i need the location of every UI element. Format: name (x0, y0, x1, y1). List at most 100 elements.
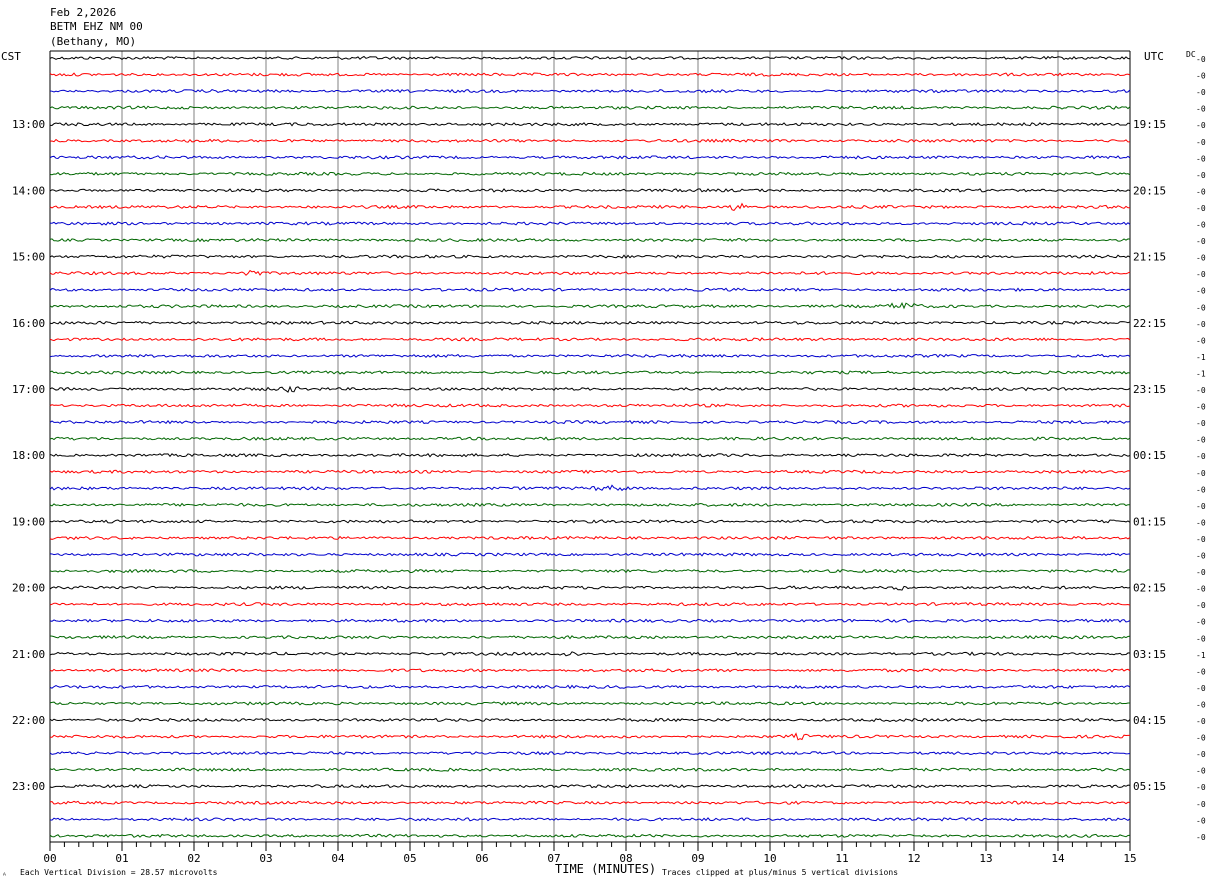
dc-offset-value: -0 (1196, 72, 1206, 81)
trace-line (49, 105, 1131, 110)
cst-hour-label: 22:00 (12, 714, 45, 727)
trace-line (49, 750, 1131, 756)
cst-hour-label: 13:00 (12, 118, 45, 131)
trace-line (49, 783, 1131, 789)
trace-line (49, 635, 1131, 640)
trace-line (49, 484, 1131, 492)
utc-hour-labels: 19:15 20:15 21:15 22:15 23:15 00:15 01:15 02:15… (1133, 118, 1166, 793)
cst-hour-label: 17:00 (12, 383, 45, 396)
trace-line (49, 122, 1131, 127)
trace-line (49, 370, 1131, 375)
dc-offset-value: -0 (1196, 502, 1206, 511)
trace-line (49, 519, 1131, 524)
left-timezone-label: CST (1, 50, 21, 63)
trace-line (49, 419, 1131, 425)
trace-line (49, 668, 1131, 673)
x-tick-label: 06 (475, 852, 488, 865)
dc-offset-value: -0 (1196, 717, 1206, 726)
dc-offset-value: -0 (1196, 221, 1206, 230)
dc-offset-value: -0 (1196, 419, 1206, 428)
trace-line (49, 817, 1131, 822)
clip-note: Traces clipped at plus/minus 5 vertical … (662, 868, 898, 877)
trace-line (49, 237, 1131, 243)
dc-offset-value: -0 (1196, 55, 1206, 64)
dc-offset-value: -0 (1196, 204, 1206, 213)
cst-hour-label: 18:00 (12, 449, 45, 462)
utc-hour-label: 01:15 (1133, 515, 1166, 528)
x-axis-title: TIME (MINUTES) (555, 862, 656, 876)
trace-line (49, 502, 1131, 508)
x-tick-label: 15 (1123, 852, 1136, 865)
dc-offset-value: -0 (1196, 734, 1206, 743)
cst-hour-label: 19:00 (12, 515, 45, 528)
dc-offset-value: -0 (1196, 336, 1206, 345)
dc-offset-value: -0 (1196, 121, 1206, 130)
trace-line (49, 385, 1131, 393)
cst-hour-label: 21:00 (12, 648, 45, 661)
x-tick-label: 01 (115, 852, 128, 865)
dc-offset-value: -0 (1196, 237, 1206, 246)
scale-note: Each Vertical Division = 28.57 microvolt… (20, 868, 218, 877)
trace-line (49, 269, 1131, 276)
utc-hour-label: 19:15 (1133, 118, 1166, 131)
x-tick-label: 00 (43, 852, 56, 865)
dc-offset-value: -0 (1196, 585, 1206, 594)
dc-offset-value: -1 (1196, 369, 1206, 378)
trace-line (49, 254, 1131, 259)
dc-offset-value: -0 (1196, 518, 1206, 527)
x-tick-label: 03 (259, 852, 272, 865)
utc-hour-label: 05:15 (1133, 780, 1166, 793)
trace-line (49, 717, 1131, 723)
cst-hour-labels: 13:00 14:00 15:00 16:00 17:00 18:00 19:00 20:00… (12, 118, 45, 793)
utc-hour-label: 00:15 (1133, 449, 1166, 462)
x-tick-label: 09 (691, 852, 704, 865)
dc-offset-value: -0 (1196, 783, 1206, 792)
x-tick-label: 04 (331, 852, 345, 865)
header-station: BETM EHZ NM 00 (50, 20, 143, 33)
cst-hour-label: 15:00 (12, 251, 45, 264)
dc-offset-value: -0 (1196, 700, 1206, 709)
utc-hour-label: 03:15 (1133, 648, 1166, 661)
dc-offset-value: -0 (1196, 154, 1206, 163)
dc-offset-value: -0 (1196, 634, 1206, 643)
dc-offset-value: -0 (1196, 105, 1206, 114)
x-tick-label: 12 (907, 852, 920, 865)
right-timezone-label: UTC (1144, 50, 1164, 63)
cst-hour-label: 16:00 (12, 317, 45, 330)
dc-offset-value: -0 (1196, 138, 1206, 147)
utc-hour-label: 20:15 (1133, 184, 1166, 197)
utc-hour-label: 23:15 (1133, 383, 1166, 396)
dc-offset-value: -0 (1196, 552, 1206, 561)
x-tick-label: 02 (187, 852, 200, 865)
dc-offset-value: -0 (1196, 254, 1206, 263)
trace-line (49, 436, 1131, 441)
trace-line (49, 188, 1131, 193)
x-tick-label: 13 (979, 852, 992, 865)
trace-line (49, 287, 1131, 292)
trace-line (49, 301, 1131, 310)
dc-offset-value: -0 (1196, 270, 1206, 279)
dc-offset-value: -0 (1196, 403, 1206, 412)
dc-offset-value: -0 (1196, 833, 1206, 842)
trace-line (49, 155, 1131, 160)
seismic-traces (49, 55, 1131, 838)
x-tick-label: 11 (835, 852, 848, 865)
trace-line (49, 138, 1131, 143)
trace-line (49, 535, 1131, 541)
dc-offset-value: -0 (1196, 88, 1206, 97)
dc-offset-value: -0 (1196, 684, 1206, 693)
trace-line (49, 403, 1131, 408)
dc-offset-value: -0 (1196, 469, 1206, 478)
dc-offset-value: -0 (1196, 800, 1206, 809)
trace-line (49, 337, 1131, 342)
dc-offset-value: -0 (1196, 816, 1206, 825)
dc-offset-value: -0 (1196, 767, 1206, 776)
dc-offset-value: -0 (1196, 287, 1206, 296)
dc-offset-value: -0 (1196, 568, 1206, 577)
helicorder-plot: Feb 2,2026 BETM EHZ NM 00 (Bethany, MO) … (1, 6, 1206, 880)
trace-line (49, 221, 1131, 226)
x-tick-label: 14 (1051, 852, 1065, 865)
dc-offset-value: -0 (1196, 750, 1206, 759)
trace-line (49, 602, 1131, 607)
utc-hour-label: 22:15 (1133, 317, 1166, 330)
